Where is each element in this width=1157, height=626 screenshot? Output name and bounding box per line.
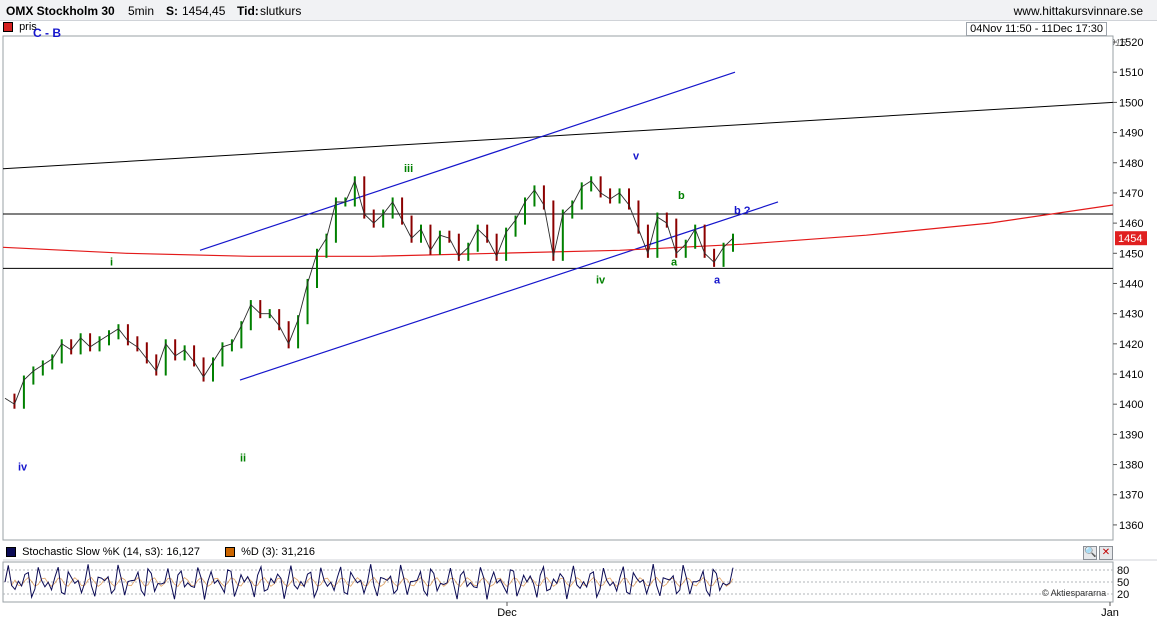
stoch-level-label: 80 [1117,565,1129,577]
y-tick-label: 1420 [1119,339,1143,351]
y-tick-label: 1500 [1119,97,1143,109]
last-price-label: 1454 [1118,233,1142,245]
stoch-level-label: 50 [1117,577,1129,589]
wave-label: b [678,190,685,202]
y-tick-label: 1470 [1119,188,1143,200]
stoch-d-label: %D (3): 31,216 [241,546,316,558]
stoch-level-label: 20 [1117,589,1129,601]
wave-label: a [671,256,678,268]
y-tick-label: 1390 [1119,429,1143,441]
wave-label: iii [404,163,413,175]
y-tick-label: 1360 [1119,520,1143,532]
y-tick-label: 1510 [1119,67,1143,79]
wave-label: C - B [33,26,61,40]
wave-label: iv [596,274,606,286]
x-tick-label: Dec [497,607,517,619]
y-tick-label: 1480 [1119,158,1143,170]
stoch-k-swatch [6,547,16,558]
wave-label: iv [18,462,28,474]
stoch-k-label: Stochastic Slow %K (14, s3): 16,127 [22,546,200,558]
y-tick-label: 1490 [1119,128,1143,140]
stoch-d-swatch [225,547,235,558]
wave-label: i [110,256,113,268]
stoch-k-header: Stochastic Slow %K (14, s3): 16,127 [6,546,200,560]
wave-label: b ? [734,205,751,217]
y-tick-label: 1410 [1119,369,1143,381]
plot-frame [2,35,1114,541]
wave-label: a [714,274,721,286]
y-tick-label: 1520 [1119,37,1143,49]
y-tick-label: 1450 [1119,248,1143,260]
y-tick-label: 1440 [1119,278,1143,290]
watermark: © Aktiespararna [1042,588,1107,598]
y-tick-label: 1400 [1119,399,1143,411]
y-tick-label: 1380 [1119,460,1143,472]
wave-label: v [633,151,640,163]
zoom-icon[interactable]: 🔍 [1083,546,1097,560]
x-tick-label: Jan [1101,607,1119,619]
y-tick-label: 1370 [1119,490,1143,502]
close-icon[interactable]: ✕ [1099,546,1113,560]
wave-label: ii [240,453,246,465]
y-tick-label: 1430 [1119,309,1143,321]
stoch-d-header: %D (3): 31,216 [225,546,315,560]
y-tick-label: 1460 [1119,218,1143,230]
price-chart: 1360 1370 1380 1390 1400 1410 1420 1430 1440 1450… [2,26,1157,619]
